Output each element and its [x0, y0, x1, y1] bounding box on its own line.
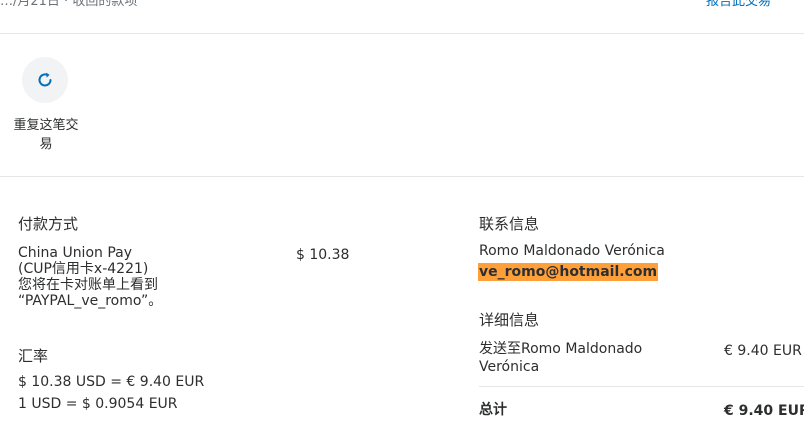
payment-method-line4: “PAYPAL_ve_romo”。 — [18, 293, 163, 309]
transaction-date-title: …/月21日 · 收回的款项 — [0, 0, 138, 9]
payment-method-line3: 您将在卡对账单上看到 — [18, 277, 158, 293]
repeat-transaction-button[interactable] — [22, 57, 68, 103]
refresh-icon — [38, 72, 52, 87]
top-bar: …/月21日 · 收回的款项 报告此交易 — [0, 0, 804, 34]
payment-method-line1: China Union Pay — [18, 245, 133, 261]
section-divider — [0, 176, 804, 177]
payment-amount: $ 10.38 — [296, 247, 350, 263]
details-heading: 详细信息 — [479, 311, 540, 329]
payment-method-line2: (CUP信用卡x-4221) — [18, 261, 149, 277]
contact-email[interactable]: ve_romo@hotmail.com — [478, 263, 659, 281]
sent-to-line1: 发送至Romo Maldonado — [479, 341, 643, 357]
exchange-rate-line2: 1 USD = $ 0.9054 EUR — [18, 396, 178, 412]
exchange-rate-heading: 汇率 — [18, 347, 49, 365]
report-transaction-link[interactable]: 报告此交易 — [706, 0, 771, 9]
total-divider — [479, 386, 804, 387]
contact-email-wrap: ve_romo@hotmail.com — [478, 263, 659, 281]
total-label: 总计 — [479, 402, 507, 418]
contact-name: Romo Maldonado Verónica — [479, 243, 665, 259]
total-amount: € 9.40 EUR — [724, 403, 804, 419]
sent-to-line2: Verónica — [479, 359, 540, 375]
payment-method-details: China Union Pay (CUP信用卡x-4221) 您将在卡对账单上看… — [18, 245, 162, 309]
sent-amount: € 9.40 EUR — [724, 343, 802, 359]
payment-method-heading: 付款方式 — [18, 215, 79, 233]
contact-info-heading: 联系信息 — [479, 215, 540, 233]
repeat-transaction-label[interactable]: 重复这笔交易 — [10, 116, 82, 154]
exchange-rate-line1: $ 10.38 USD = € 9.40 EUR — [18, 374, 205, 390]
